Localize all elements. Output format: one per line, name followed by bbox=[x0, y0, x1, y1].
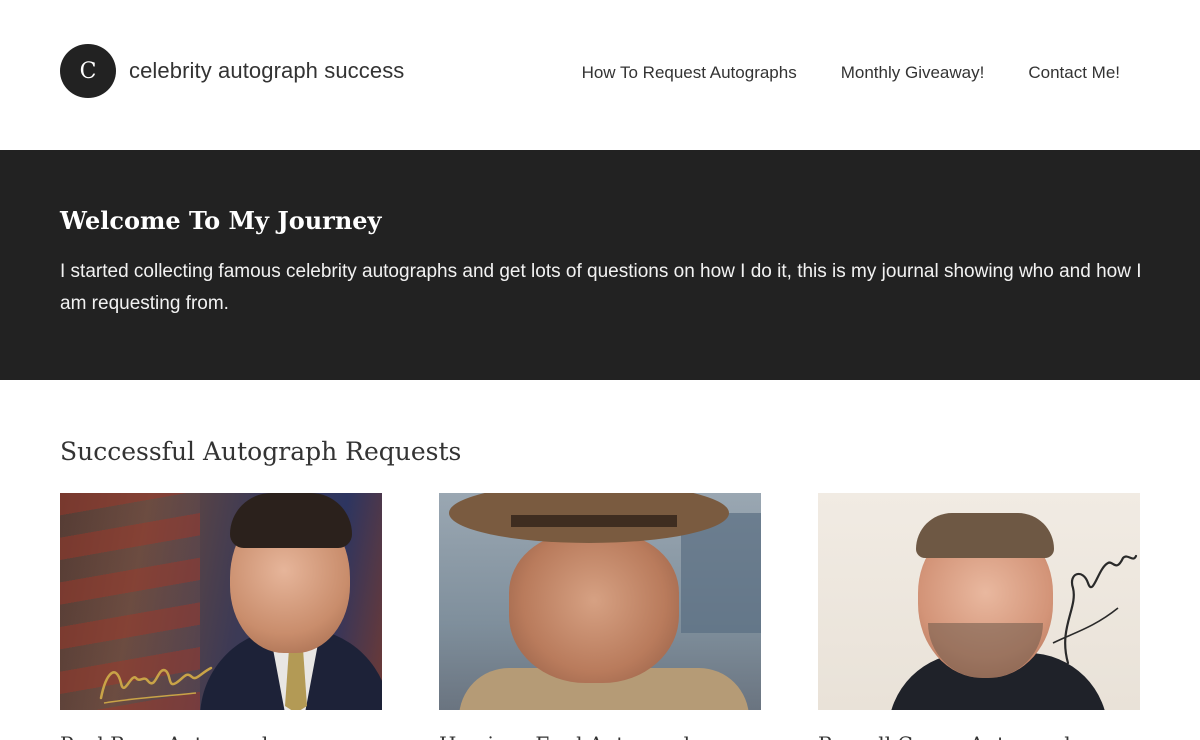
site-header: C celebrity autograph success How To Req… bbox=[0, 0, 1200, 150]
site-logo[interactable]: C celebrity autograph success bbox=[60, 44, 404, 98]
autograph-grid: Paul Ryan Autograph Harrison Ford Autogr… bbox=[60, 493, 1140, 740]
autograph-photo[interactable] bbox=[60, 493, 382, 710]
card-harrison-ford[interactable]: Harrison Ford Autograph bbox=[439, 493, 761, 740]
autograph-photo[interactable] bbox=[439, 493, 761, 710]
card-russell-crowe[interactable]: Russell Crowe Autograph bbox=[818, 493, 1140, 740]
main-nav: How To Request Autographs Monthly Giveaw… bbox=[582, 63, 1120, 83]
nav-monthly-giveaway[interactable]: Monthly Giveaway! bbox=[841, 63, 985, 83]
card-caption[interactable]: Paul Ryan Autograph bbox=[60, 732, 382, 740]
signature-icon bbox=[1052, 554, 1138, 665]
card-caption[interactable]: Russell Crowe Autograph bbox=[818, 732, 1140, 740]
autograph-photo[interactable] bbox=[818, 493, 1140, 710]
card-caption[interactable]: Harrison Ford Autograph bbox=[439, 732, 761, 740]
section-title: Successful Autograph Requests bbox=[60, 437, 462, 466]
logo-badge: C bbox=[60, 44, 116, 98]
nav-contact[interactable]: Contact Me! bbox=[1028, 63, 1120, 83]
nav-how-to-request[interactable]: How To Request Autographs bbox=[582, 63, 797, 83]
hero-title: Welcome To My Journey bbox=[60, 206, 382, 235]
card-paul-ryan[interactable]: Paul Ryan Autograph bbox=[60, 493, 382, 740]
signature-icon bbox=[99, 666, 213, 704]
hero-text: I started collecting famous celebrity au… bbox=[60, 261, 1142, 314]
site-title: celebrity autograph success bbox=[129, 58, 405, 83]
hero-banner: Welcome To My Journey I started collecti… bbox=[0, 150, 1200, 380]
